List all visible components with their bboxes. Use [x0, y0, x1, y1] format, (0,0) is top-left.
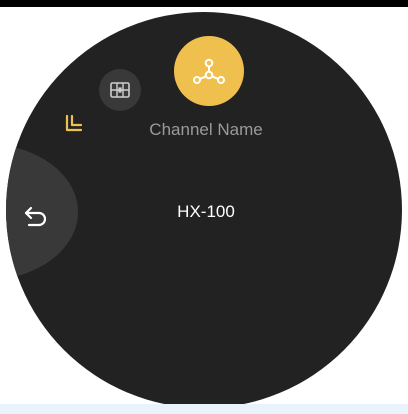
top-bar: [0, 0, 408, 7]
share-button[interactable]: [174, 36, 244, 106]
share-network-icon: [193, 58, 225, 84]
grid-button[interactable]: [99, 69, 141, 111]
watch-face: Channel Name HX-100: [6, 12, 402, 408]
bottom-strip: [0, 404, 408, 414]
grid-panel-icon: [110, 82, 130, 98]
channel-name-label: Channel Name: [149, 120, 263, 139]
channel-name-value: HX-100: [177, 202, 235, 221]
